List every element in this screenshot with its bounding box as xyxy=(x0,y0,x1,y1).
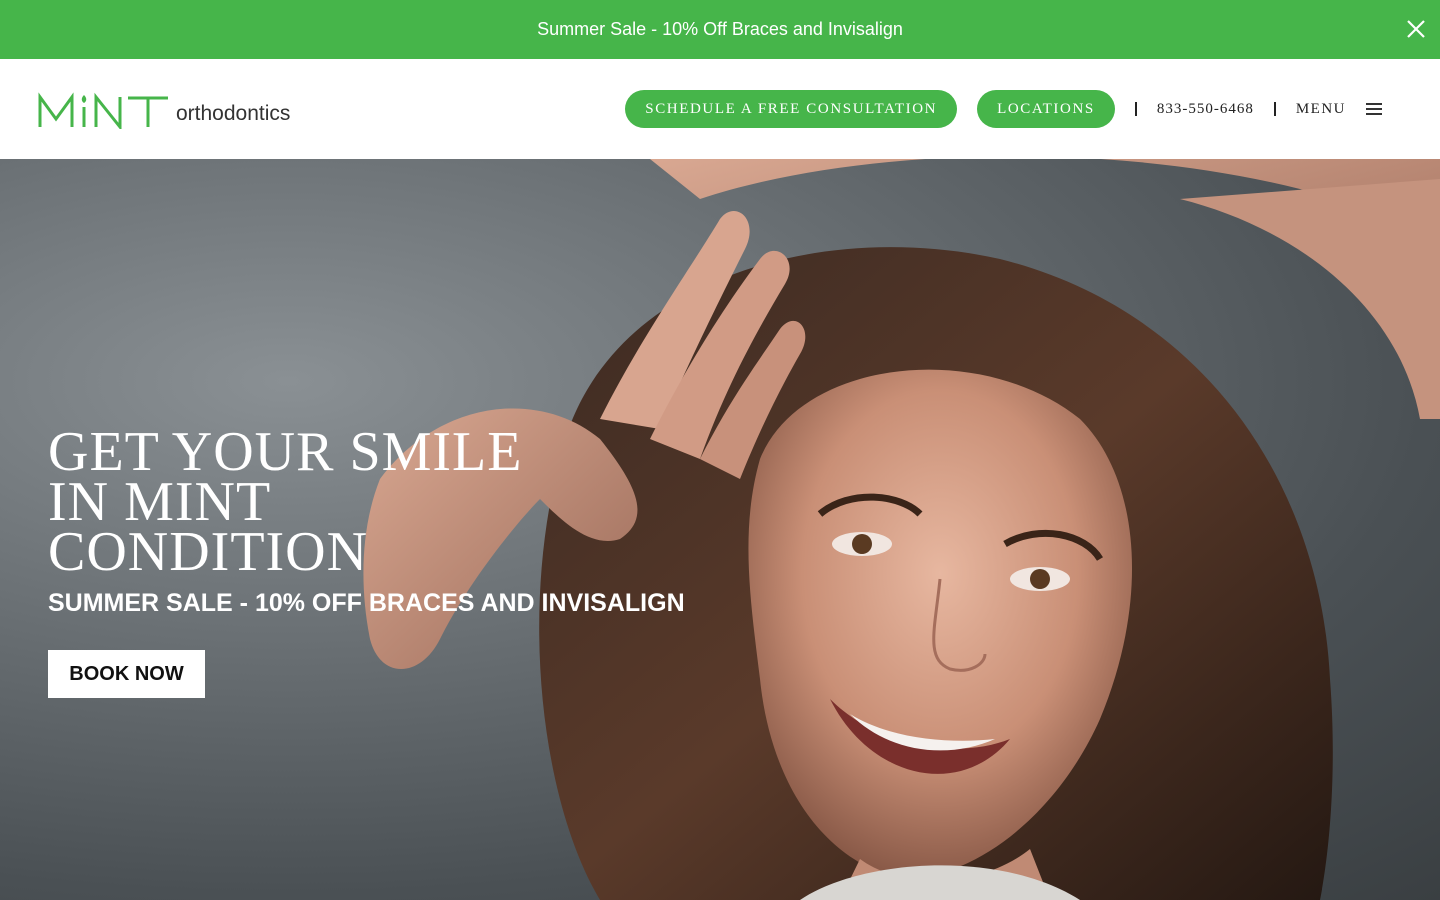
book-now-button[interactable]: BOOK NOW xyxy=(48,650,205,698)
hero-subtitle: SUMMER SALE - 10% OFF BRACES AND INVISAL… xyxy=(48,589,685,617)
site-header: orthodontics SCHEDULE A FREE CONSULTATIO… xyxy=(0,59,1440,159)
header-nav: SCHEDULE A FREE CONSULTATION LOCATIONS 8… xyxy=(625,90,1382,128)
announcement-bar: Summer Sale - 10% Off Braces and Invisal… xyxy=(0,0,1440,59)
logo[interactable]: orthodontics xyxy=(38,89,290,129)
announcement-text: Summer Sale - 10% Off Braces and Invisal… xyxy=(537,19,903,39)
menu-button[interactable]: MENU xyxy=(1296,101,1382,118)
close-icon[interactable] xyxy=(1404,17,1428,41)
divider xyxy=(1134,102,1137,116)
mint-logo-mark xyxy=(38,92,168,129)
divider xyxy=(1273,102,1276,116)
menu-label: MENU xyxy=(1295,100,1346,117)
schedule-consultation-button[interactable]: SCHEDULE A FREE CONSULTATION xyxy=(625,90,958,128)
hamburger-icon xyxy=(1366,103,1382,115)
phone-link[interactable]: 833-550-6468 xyxy=(1157,101,1254,118)
locations-button[interactable]: LOCATIONS xyxy=(977,90,1115,128)
hero-title: GET YOUR SMILE IN MINT CONDITION xyxy=(48,421,523,583)
logo-wordmark: orthodontics xyxy=(176,102,291,125)
hero-section: GET YOUR SMILE IN MINT CONDITION SUMMER … xyxy=(0,159,1440,900)
